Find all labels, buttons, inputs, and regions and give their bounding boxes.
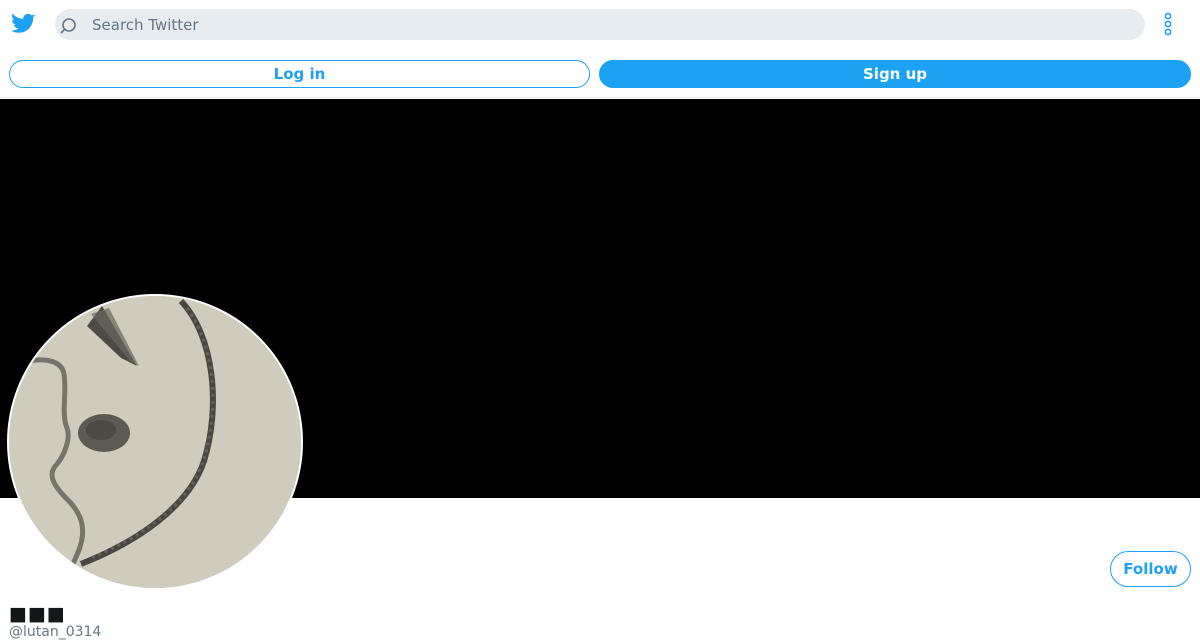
follow-button[interactable]: Follow <box>1110 551 1191 587</box>
search-input[interactable] <box>92 9 1132 40</box>
search-icon <box>59 16 77 34</box>
signup-button[interactable]: Sign up <box>599 60 1191 88</box>
profile-avatar[interactable] <box>7 294 303 590</box>
profile-handle: @lutan_0314 <box>9 624 102 640</box>
auth-bar: Log in Sign up <box>0 48 1200 98</box>
login-button[interactable]: Log in <box>9 60 590 88</box>
more-vertical-icon[interactable] <box>1158 11 1178 37</box>
search-bar[interactable] <box>55 9 1145 40</box>
profile-display-name: ■■■ <box>9 603 66 625</box>
twitter-bird-icon[interactable] <box>11 11 36 36</box>
top-bar <box>0 0 1200 48</box>
